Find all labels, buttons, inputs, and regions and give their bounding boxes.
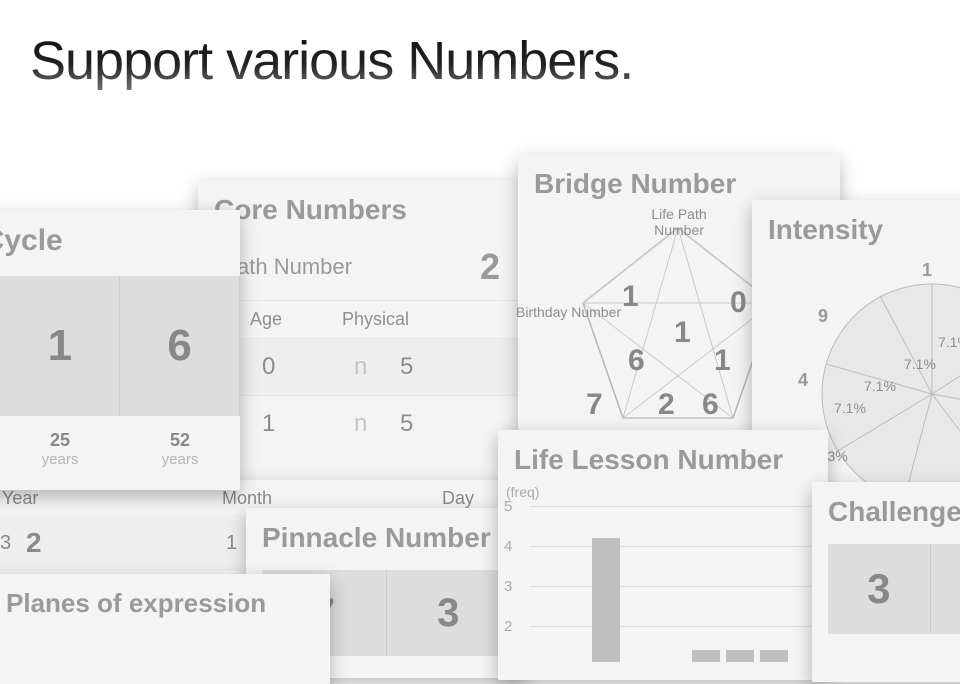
ymd-val-small: 3 bbox=[0, 532, 26, 555]
challenge-title: Challenge bbox=[812, 482, 960, 536]
year-num: 25 bbox=[0, 430, 120, 451]
core-title: Core Numbers bbox=[198, 180, 518, 234]
intensity-pct: 7.1% bbox=[904, 356, 936, 372]
label-month: Month bbox=[222, 488, 442, 509]
label-day: Day bbox=[442, 488, 474, 509]
pinnacle-cell: 3 bbox=[386, 570, 511, 656]
year-label: years bbox=[0, 451, 120, 468]
intensity-title: Intensity bbox=[752, 200, 960, 254]
intensity-pct: 7.1% bbox=[834, 400, 866, 416]
cycle-card: d Cycle 1 6 25 years 52 years bbox=[0, 210, 240, 490]
page-title: Support various Numbers. bbox=[30, 30, 633, 92]
bridge-digit: 6 bbox=[702, 388, 719, 422]
ymd-val-bold: 2 bbox=[26, 527, 226, 559]
label-year: Year bbox=[2, 488, 222, 509]
table-row: 0 n 5 bbox=[198, 338, 518, 395]
intensity-digit: 4 bbox=[798, 370, 808, 391]
challenge-cell: 5 bbox=[930, 544, 960, 634]
ymd-val: 1 bbox=[226, 532, 237, 555]
bridge-digit: 0 bbox=[730, 286, 747, 320]
intensity-pct: 7.1% bbox=[938, 334, 960, 350]
cell-age: 1 bbox=[262, 410, 354, 438]
col-physical: Physical bbox=[342, 309, 409, 330]
y-tick: 2 bbox=[504, 618, 512, 635]
bridge-digit: 1 bbox=[714, 344, 731, 378]
cell-n: n bbox=[354, 353, 400, 381]
bridge-digit: 1 bbox=[622, 280, 639, 314]
bar-chart: 5 4 3 2 bbox=[530, 502, 818, 662]
intensity-digit: 1 bbox=[922, 260, 932, 281]
bar bbox=[726, 650, 754, 662]
planes-title: Planes of expression bbox=[0, 574, 330, 627]
cycle-cell: 6 bbox=[120, 276, 240, 416]
bar bbox=[760, 650, 788, 662]
cell-phys: 5 bbox=[400, 353, 413, 381]
pinnacle-title: Pinnacle Number bbox=[246, 508, 526, 562]
lesson-title: Life Lesson Number bbox=[498, 430, 828, 484]
cell-n: n bbox=[354, 410, 400, 438]
challenge-card: Challenge 3 5 bbox=[812, 482, 960, 682]
cycle-year: 52 years bbox=[120, 430, 240, 468]
cell-age: 0 bbox=[262, 353, 354, 381]
cycle-title: d Cycle bbox=[0, 210, 240, 266]
intensity-digit: 9 bbox=[818, 306, 828, 327]
planes-card: Planes of expression bbox=[0, 574, 330, 684]
life-lesson-card: Life Lesson Number (freq) 5 4 3 2 bbox=[498, 430, 828, 680]
y-tick: 5 bbox=[504, 498, 512, 515]
bridge-digit: 2 bbox=[658, 388, 675, 422]
bridge-digit: 7 bbox=[586, 388, 603, 422]
intensity-pct: 7.1% bbox=[864, 378, 896, 394]
bridge-label-top: Life Path Number bbox=[644, 206, 714, 238]
y-tick: 4 bbox=[504, 538, 512, 555]
cell-phys: 5 bbox=[400, 410, 413, 438]
bridge-digit: 6 bbox=[628, 344, 645, 378]
col-age: Age bbox=[250, 309, 282, 330]
life-path-value: 2 bbox=[480, 246, 500, 288]
freq-label: (freq) bbox=[498, 484, 828, 500]
year-label: years bbox=[120, 451, 240, 468]
table-row: 1 n 5 bbox=[198, 395, 518, 452]
bridge-center-digit: 1 bbox=[674, 316, 691, 350]
cycle-cell: 1 bbox=[0, 276, 120, 416]
cycle-year: 25 years bbox=[0, 430, 120, 468]
challenge-cell: 3 bbox=[828, 544, 930, 634]
bar bbox=[592, 538, 620, 662]
core-numbers-card: Core Numbers e Path Number 2 Age Physica… bbox=[198, 180, 518, 500]
year-num: 52 bbox=[120, 430, 240, 451]
y-tick: 3 bbox=[504, 578, 512, 595]
bar bbox=[692, 650, 720, 662]
bridge-label-left: Birthday Number bbox=[516, 304, 621, 320]
